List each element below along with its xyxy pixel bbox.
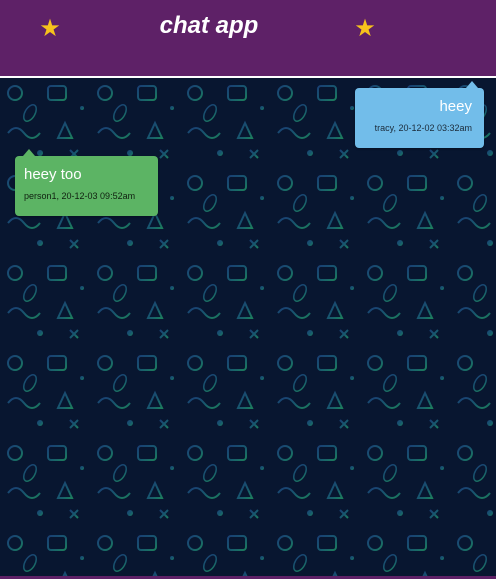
app-header: ★ chat app ★ bbox=[0, 0, 496, 76]
message-bubble-outgoing[interactable]: heey tracy, 20-12-02 03:32am bbox=[355, 81, 484, 148]
chat-message-area[interactable]: heey tracy, 20-12-02 03:32am heey too pe… bbox=[0, 78, 496, 576]
message-meta: person1, 20-12-03 09:52am bbox=[24, 191, 136, 201]
message-text: heey too bbox=[24, 166, 82, 183]
message-bubble-incoming[interactable]: heey too person1, 20-12-03 09:52am bbox=[15, 149, 158, 216]
message-meta: tracy, 20-12-02 03:32am bbox=[374, 123, 472, 133]
chat-background-pattern bbox=[0, 78, 496, 576]
star-icon: ★ bbox=[354, 14, 376, 42]
message-text: heey bbox=[439, 98, 472, 115]
bottom-divider bbox=[0, 576, 496, 579]
